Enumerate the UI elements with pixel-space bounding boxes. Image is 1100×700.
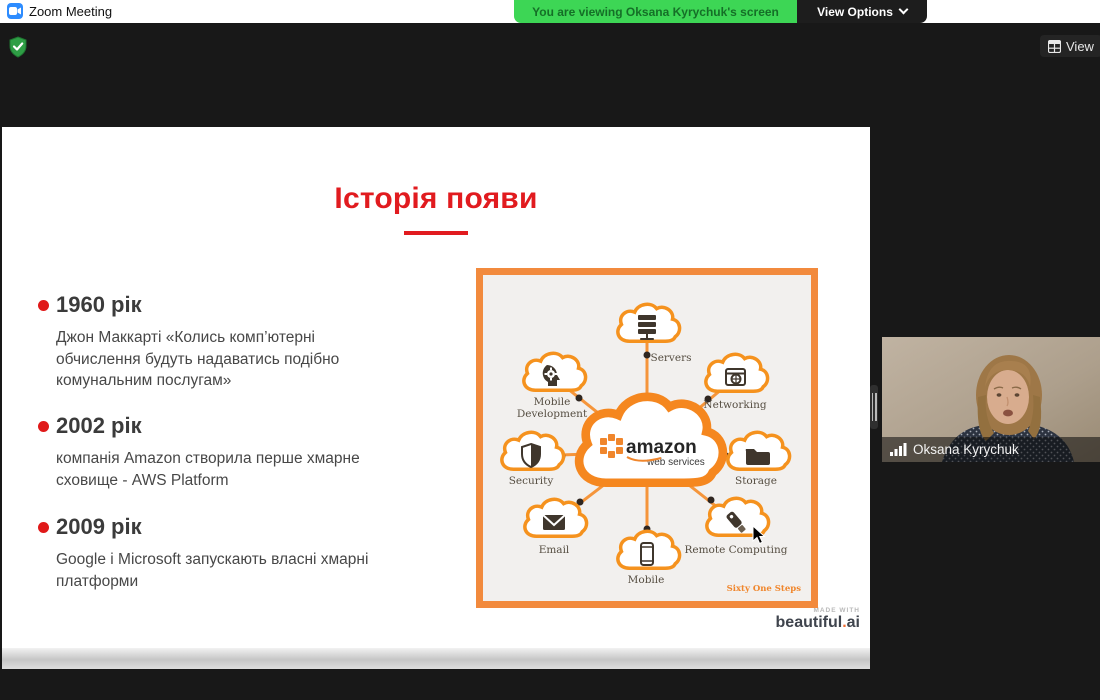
servers-label: Servers [651, 352, 692, 364]
zoom-app-icon [7, 3, 23, 19]
view-options-button[interactable]: View Options [797, 0, 927, 23]
bullet-text: компанія Amazon створила перше хмарне сх… [56, 448, 396, 491]
view-button[interactable]: View [1040, 35, 1100, 57]
window-title: Zoom Meeting [29, 4, 112, 19]
networking-label: Networking [703, 399, 766, 411]
audio-signal-icon [890, 443, 907, 456]
mobile-development-label-1: Mobile [534, 396, 571, 408]
mobile-development-label-2: Development [517, 408, 588, 420]
sixty-one-steps-watermark: Sixty One Steps [727, 584, 802, 594]
bullet-dot [38, 421, 49, 432]
title-underline [404, 231, 468, 235]
bullet-2009: 2009 рік Google і Microsoft запускають в… [38, 514, 408, 592]
servers-node [618, 304, 680, 341]
networking-node [706, 354, 768, 391]
bullet-2002: 2002 рік компанія Amazon створила перше … [38, 413, 396, 491]
mobile-label: Mobile [628, 574, 665, 586]
storage-label: Storage [735, 475, 777, 487]
bullet-1960: 1960 рік Джон Маккарті «Колись комп’ютер… [38, 292, 371, 392]
participant-video[interactable]: Oksana Kyrychuk [882, 337, 1100, 462]
bullet-year: 1960 рік [56, 292, 371, 318]
beautiful-ai-wordmark: beautiful.ai [776, 614, 860, 632]
share-banner-message: You are viewing Oksana Kyrychuk's screen [514, 0, 797, 23]
security-shield-icon[interactable] [8, 36, 28, 63]
panel-drag-handle[interactable] [870, 385, 878, 429]
participant-name-bar: Oksana Kyrychuk [882, 437, 1100, 462]
storage-node [728, 432, 790, 469]
aws-brand-text: amazon [626, 437, 697, 458]
made-with-label: MADE WITH [776, 607, 860, 614]
bullet-dot [38, 300, 49, 311]
chevron-down-icon [898, 5, 908, 15]
grid-view-icon [1048, 40, 1061, 53]
view-options-label: View Options [817, 5, 893, 19]
beautiful-ai-logo: MADE WITH beautiful.ai [776, 607, 860, 632]
email-label: Email [539, 544, 570, 556]
mobile-development-node [524, 353, 586, 390]
security-label: Security [509, 475, 554, 487]
bullet-text: Google і Microsoft запускають власні хма… [56, 549, 408, 592]
share-banner-group: You are viewing Oksana Kyrychuk's screen… [514, 0, 927, 23]
email-icon [543, 515, 565, 530]
remote-computing-label: Remote Computing [684, 544, 787, 556]
slide-title: Історія появи [2, 182, 870, 216]
bullet-year: 2002 рік [56, 413, 396, 439]
bullet-dot [38, 522, 49, 533]
participant-name: Oksana Kyrychuk [913, 442, 1019, 457]
mobile-node [618, 531, 680, 568]
aws-services-diagram: amazon web services Servers Networking [476, 268, 818, 608]
slide-edge-strip [2, 648, 870, 669]
mouse-cursor [752, 525, 766, 545]
view-button-label: View [1066, 39, 1094, 54]
bullet-year: 2009 рік [56, 514, 408, 540]
security-node [502, 432, 564, 469]
email-node [525, 499, 587, 536]
bullet-text: Джон Маккарті «Колись комп’ютерні обчисл… [56, 327, 371, 392]
